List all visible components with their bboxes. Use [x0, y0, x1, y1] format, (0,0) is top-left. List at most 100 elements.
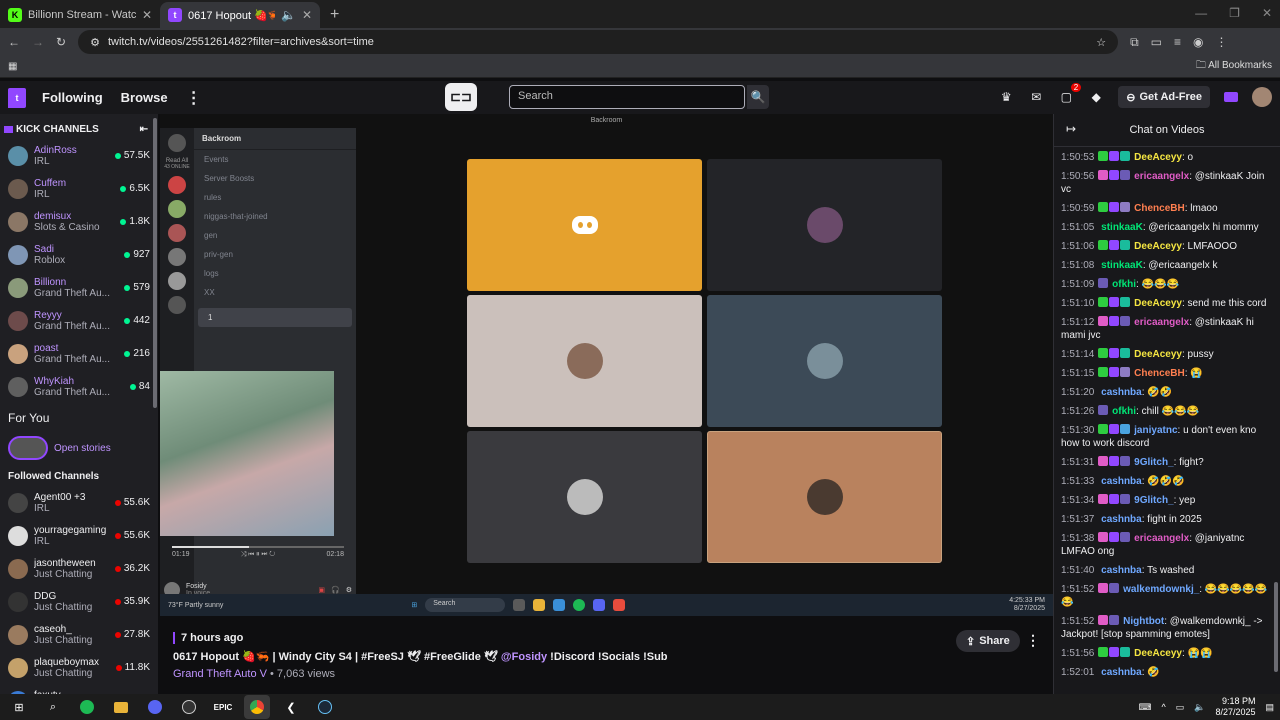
- maximize-icon[interactable]: ❐: [1229, 6, 1240, 20]
- chat-username[interactable]: DeeAceyy: [1134, 241, 1182, 252]
- site-info-icon[interactable]: ⚙: [90, 36, 100, 49]
- windows-search-icon[interactable]: ⌕: [40, 695, 66, 719]
- share-button[interactable]: ⇪ Share: [956, 630, 1020, 652]
- open-stories-link[interactable]: Open stories: [54, 443, 111, 454]
- chat-username[interactable]: stinkaaK: [1101, 222, 1143, 233]
- sidebar-channel-row[interactable]: plaqueboymax Just Chatting 11.8K: [0, 651, 158, 684]
- chat-username[interactable]: ofkhi: [1112, 279, 1136, 290]
- sidebar-channel-row[interactable]: poast Grand Theft Au... 216: [0, 337, 158, 370]
- keyboard-icon[interactable]: ⌨: [1138, 702, 1151, 713]
- close-tab-icon[interactable]: ✕: [142, 8, 152, 22]
- video-title-mention[interactable]: @Fosidy: [501, 651, 547, 663]
- chat-scrollbar[interactable]: [1274, 582, 1278, 672]
- get-ad-free-button[interactable]: ⊖ Get Ad-Free: [1118, 86, 1210, 108]
- crown-icon[interactable]: ♛: [998, 89, 1014, 105]
- sidebar-channel-row[interactable]: Agent00 +3 IRL 55.6K: [0, 486, 158, 519]
- close-window-icon[interactable]: ✕: [1262, 6, 1272, 20]
- user-avatar[interactable]: [1252, 87, 1272, 107]
- media-icon[interactable]: ≡: [1174, 35, 1181, 49]
- video-more-icon[interactable]: ⋮: [1026, 632, 1040, 649]
- sidebar-channel-row[interactable]: faxutyFortnite7.2K: [0, 684, 158, 694]
- chat-username[interactable]: DeeAceyy: [1134, 648, 1182, 659]
- file-explorer-icon[interactable]: [108, 695, 134, 719]
- address-bar[interactable]: ⚙ twitch.tv/videos/2551261482?filter=arc…: [78, 30, 1119, 54]
- sidebar-channel-row[interactable]: Billionn Grand Theft Au... 579: [0, 271, 158, 304]
- sidebar-channel-row[interactable]: demisux Slots & Casino 1.8K: [0, 205, 158, 238]
- chat-username[interactable]: ericaangelx: [1134, 317, 1189, 328]
- bits-icon[interactable]: ◆: [1088, 89, 1104, 105]
- browser-tab-kick[interactable]: K Billionn Stream - Watch Live on ✕: [0, 2, 160, 28]
- browser-tab-twitch[interactable]: t 0617 Hopout 🍓🦐 | Windy 🔈 ✕: [160, 2, 320, 28]
- minimize-icon[interactable]: —: [1195, 6, 1207, 20]
- chat-username[interactable]: ofkhi: [1112, 406, 1136, 417]
- back-icon[interactable]: ←: [8, 35, 20, 49]
- sidebar-channel-row[interactable]: Cuffem IRL 6.5K: [0, 172, 158, 205]
- chat-username[interactable]: DeeAceyy: [1134, 298, 1182, 309]
- extension-logo-icon[interactable]: ⊏⊐: [445, 83, 477, 111]
- sidebar-channel-row[interactable]: WhyKiah Grand Theft Au... 84: [0, 370, 158, 403]
- steam-icon[interactable]: [312, 695, 338, 719]
- chat-username[interactable]: walkemdownkj_: [1123, 584, 1199, 595]
- reload-icon[interactable]: ↻: [56, 35, 66, 49]
- sidebar-scrollbar[interactable]: [153, 118, 157, 408]
- apps-grid-icon[interactable]: ▦: [8, 61, 17, 72]
- bookmark-star-icon[interactable]: ☆: [1096, 36, 1106, 49]
- chat-username[interactable]: ChenceBH: [1134, 203, 1185, 214]
- sidebar-channel-row[interactable]: yourragegaming +3IRL 55.6K: [0, 519, 158, 552]
- video-player[interactable]: Backroom Read All 43 ONLINE Backroom Eve…: [160, 114, 1053, 616]
- search-button[interactable]: 🔍: [747, 85, 769, 109]
- prime-icon[interactable]: [1224, 92, 1238, 102]
- nav-following[interactable]: Following: [42, 90, 103, 105]
- new-tab-icon[interactable]: +: [320, 6, 349, 28]
- extensions-icon[interactable]: ⧉: [1130, 35, 1139, 50]
- chat-username[interactable]: ericaangelx: [1134, 533, 1189, 544]
- forward-icon[interactable]: →: [32, 35, 44, 49]
- more-options-icon[interactable]: ⋮: [186, 88, 202, 108]
- chat-username[interactable]: ericaangelx: [1134, 171, 1189, 182]
- sidebar-channel-row[interactable]: caseoh_ Just Chatting 27.8K: [0, 618, 158, 651]
- chat-username[interactable]: cashnba: [1101, 387, 1142, 398]
- sidebar-channel-row[interactable]: DDG Just Chatting 35.9K: [0, 585, 158, 618]
- search-input[interactable]: Search: [509, 85, 745, 109]
- all-bookmarks[interactable]: 🗀 All Bookmarks: [1196, 58, 1272, 75]
- network-icon[interactable]: ▭: [1176, 702, 1185, 713]
- cast-icon[interactable]: ▭: [1151, 35, 1162, 49]
- sidebar-channel-row[interactable]: Sadi Roblox 927: [0, 238, 158, 271]
- windows-start-icon[interactable]: ⊞: [6, 695, 32, 719]
- close-tab-icon[interactable]: ✕: [302, 8, 312, 22]
- speaker-icon[interactable]: 🔈: [281, 8, 296, 22]
- stories-row[interactable]: Open stories: [0, 433, 158, 463]
- collapse-sidebar-icon[interactable]: ⇤: [140, 124, 148, 135]
- tray-chevron-icon[interactable]: ^: [1161, 702, 1165, 712]
- sidebar-channel-row[interactable]: Reyyy Grand Theft Au... 442: [0, 304, 158, 337]
- app-icon[interactable]: ❮: [278, 695, 304, 719]
- system-clock[interactable]: 9:18 PM 8/27/2025: [1215, 696, 1255, 718]
- chat-username[interactable]: DeeAceyy: [1134, 152, 1182, 163]
- notification-center-icon[interactable]: ▤: [1265, 702, 1274, 713]
- inbox-icon[interactable]: ✉: [1028, 89, 1044, 105]
- chat-username[interactable]: Nightbot: [1123, 616, 1164, 627]
- chat-username[interactable]: cashnba: [1101, 667, 1142, 678]
- nav-browse[interactable]: Browse: [121, 90, 168, 105]
- epic-games-icon[interactable]: EPIC: [210, 695, 236, 719]
- chat-username[interactable]: stinkaaK: [1101, 260, 1143, 271]
- chat-username[interactable]: janiyatnc: [1134, 425, 1177, 436]
- notifications-icon[interactable]: ▢ 2: [1058, 83, 1082, 105]
- chrome-icon[interactable]: [244, 695, 270, 719]
- chat-username[interactable]: cashnba: [1101, 514, 1142, 525]
- spotify-icon[interactable]: [74, 695, 100, 719]
- game-link[interactable]: Grand Theft Auto V: [173, 668, 267, 680]
- volume-icon[interactable]: 🔈: [1194, 702, 1205, 713]
- sidebar-channel-row[interactable]: jasontheween Just Chatting 36.2K: [0, 552, 158, 585]
- chat-username[interactable]: 9Glitch_: [1134, 495, 1173, 506]
- obs-icon[interactable]: [176, 695, 202, 719]
- chat-username[interactable]: cashnba: [1101, 476, 1142, 487]
- chrome-menu-icon[interactable]: ⋮: [1215, 35, 1227, 49]
- discord-app-icon[interactable]: [142, 695, 168, 719]
- chat-username[interactable]: DeeAceyy: [1134, 349, 1182, 360]
- profile-icon[interactable]: ◉: [1193, 35, 1203, 49]
- sidebar-channel-row[interactable]: AdinRoss IRL 57.5K: [0, 139, 158, 172]
- twitch-logo-icon[interactable]: t: [8, 87, 26, 108]
- chat-username[interactable]: ChenceBH: [1134, 368, 1185, 379]
- chat-username[interactable]: 9Glitch_: [1134, 457, 1173, 468]
